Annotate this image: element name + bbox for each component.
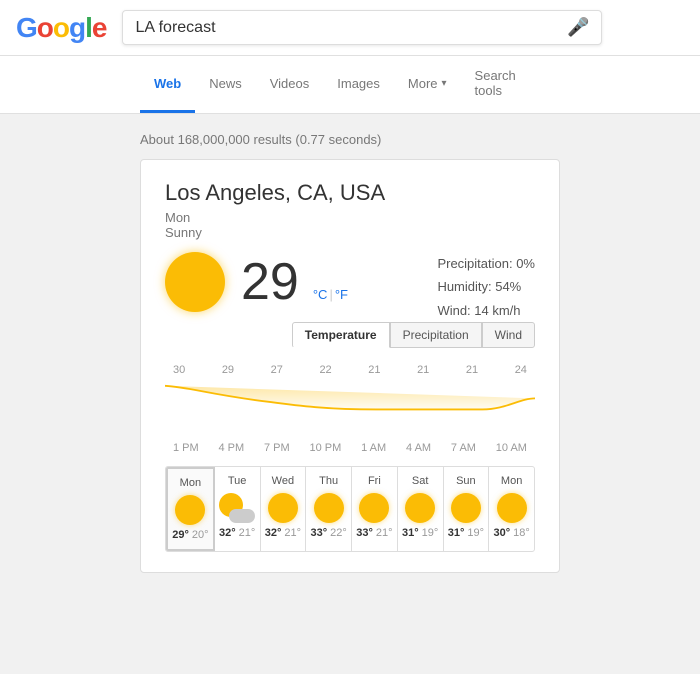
sun-icon (268, 493, 298, 523)
nav-item-videos[interactable]: Videos (256, 56, 324, 113)
low-temp: 21° (284, 527, 301, 539)
high-temp: 32° (265, 527, 282, 539)
precipitation-detail: Precipitation: 0% (437, 252, 535, 275)
low-temp: 19° (467, 527, 484, 539)
weather-card: Los Angeles, CA, USA Mon Sunny 29 °C | °… (140, 159, 560, 573)
sun-icon (314, 493, 344, 523)
day-temperatures: 33° 22° (310, 527, 347, 539)
sun-icon (359, 493, 389, 523)
high-temp: 31° (448, 527, 465, 539)
high-temp: 32° (219, 527, 236, 539)
chart-time-labels: 1 PM 4 PM 7 PM 10 PM 1 AM 4 AM 7 AM 10 A… (165, 442, 535, 454)
day-name: Mon (172, 477, 209, 489)
nav-item-web[interactable]: Web (140, 56, 195, 113)
day-name: Sat (402, 475, 439, 487)
day-name: Sun (448, 475, 485, 487)
unit-fahrenheit[interactable]: °F (335, 287, 348, 302)
chart-svg (165, 378, 535, 438)
day-temperatures: 31° 19° (402, 527, 439, 539)
search-bar: 🎤 (122, 10, 602, 45)
day-temperatures: 30° 18° (493, 527, 530, 539)
high-temp: 29° (172, 529, 189, 541)
sun-icon (405, 493, 435, 523)
humidity-detail: Humidity: 54% (437, 275, 535, 298)
low-temp: 20° (192, 529, 209, 541)
day-temperatures: 29° 20° (172, 529, 209, 541)
nav-item-search-tools[interactable]: Search tools (461, 56, 560, 113)
unit-celsius[interactable]: °C (313, 287, 328, 302)
header: Google 🎤 (0, 0, 700, 56)
wind-detail: Wind: 14 km/h (437, 299, 535, 322)
weather-details: Precipitation: 0% Humidity: 54% Wind: 14… (437, 252, 535, 322)
nav-item-news[interactable]: News (195, 56, 256, 113)
condition-label: Sunny (165, 225, 535, 240)
temperature-chart: 30 29 27 22 21 21 21 24 (165, 364, 535, 454)
content-area: About 168,000,000 results (0.77 seconds)… (0, 114, 700, 674)
unit-separator: | (329, 287, 332, 302)
day-temperatures: 32° 21° (265, 527, 302, 539)
forecast-day-6[interactable]: Sun 31° 19° (444, 467, 490, 551)
current-weather-section: 29 °C | °F Precipitation: 0% Humidity: 5… (165, 252, 535, 322)
mic-icon[interactable]: 🎤 (567, 17, 589, 38)
low-temp: 21° (376, 527, 393, 539)
tab-precipitation[interactable]: Precipitation (390, 322, 482, 348)
day-temperatures: 33° 21° (356, 527, 393, 539)
weekly-forecast: Mon 29° 20° Tue 32° 21° Wed 32° 21° Thu 33° 22°… (165, 466, 535, 552)
low-temp: 18° (513, 527, 530, 539)
chart-temp-labels: 30 29 27 22 21 21 21 24 (165, 364, 535, 376)
tab-wind[interactable]: Wind (482, 322, 535, 348)
unit-toggle: °C | °F (313, 279, 348, 302)
forecast-day-3[interactable]: Thu 33° 22° (306, 467, 352, 551)
day-name: Wed (265, 475, 302, 487)
navigation: Web News Videos Images More ▾ Search too… (0, 56, 700, 114)
forecast-day-4[interactable]: Fri 33° 21° (352, 467, 398, 551)
more-dropdown-arrow: ▾ (442, 78, 447, 89)
search-input[interactable] (135, 19, 567, 37)
nav-item-images[interactable]: Images (323, 56, 394, 113)
google-logo: Google (16, 12, 106, 44)
day-label: Mon (165, 210, 535, 225)
partly-cloudy-icon (219, 493, 255, 523)
result-count: About 168,000,000 results (0.77 seconds) (140, 132, 560, 147)
sun-icon (175, 495, 205, 525)
forecast-day-2[interactable]: Wed 32° 21° (261, 467, 307, 551)
low-temp: 19° (422, 527, 439, 539)
chart-tabs: Temperature Precipitation Wind (292, 322, 535, 348)
low-temp: 21° (239, 527, 256, 539)
current-temperature: 29 (241, 256, 299, 308)
forecast-day-0[interactable]: Mon 29° 20° (166, 467, 215, 551)
forecast-day-5[interactable]: Sat 31° 19° (398, 467, 444, 551)
tab-temperature[interactable]: Temperature (292, 322, 390, 348)
city-name: Los Angeles, CA, USA (165, 180, 535, 206)
sun-icon (451, 493, 481, 523)
forecast-day-1[interactable]: Tue 32° 21° (215, 467, 261, 551)
day-name: Tue (219, 475, 256, 487)
day-name: Thu (310, 475, 347, 487)
day-name: Fri (356, 475, 393, 487)
nav-item-more[interactable]: More ▾ (394, 56, 461, 113)
low-temp: 22° (330, 527, 347, 539)
high-temp: 33° (310, 527, 327, 539)
weather-icon-sun (165, 252, 225, 312)
high-temp: 31° (402, 527, 419, 539)
forecast-day-7[interactable]: Mon 30° 18° (489, 467, 534, 551)
sun-icon (497, 493, 527, 523)
day-name: Mon (493, 475, 530, 487)
high-temp: 30° (493, 527, 510, 539)
high-temp: 33° (356, 527, 373, 539)
day-temperatures: 31° 19° (448, 527, 485, 539)
day-temperatures: 32° 21° (219, 527, 256, 539)
